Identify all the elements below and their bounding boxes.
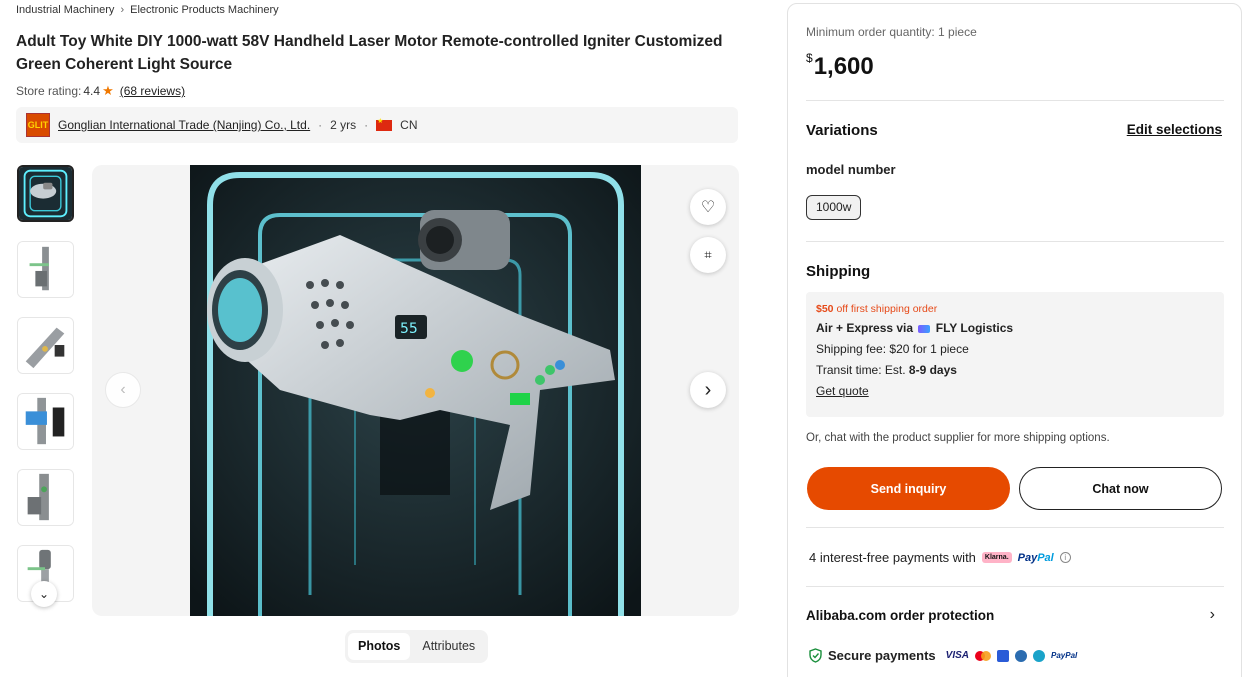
variations-title: Variations [806, 122, 878, 139]
apple-pay-icon [1033, 649, 1046, 662]
price: $1,600 [806, 51, 874, 81]
minimum-order-quantity: Minimum order quantity: 1 piece [806, 25, 977, 39]
supplier-country: CN [400, 118, 418, 132]
thumbnail-2[interactable] [17, 241, 74, 298]
breadcrumb-item-industrial-machinery[interactable]: Industrial Machinery [16, 4, 114, 16]
thumbnail-4[interactable] [17, 393, 74, 450]
info-icon[interactable]: i [1059, 552, 1071, 563]
thumbnail-image [18, 318, 73, 373]
chat-now-button[interactable]: Chat now [1019, 467, 1222, 510]
discover-icon [1015, 649, 1028, 662]
transit-time: Transit time: Est. 8-9 days [816, 363, 1214, 378]
separator-dot: · [364, 118, 369, 132]
shipping-chat-note: Or, chat with the product supplier for m… [806, 432, 1110, 444]
visual-search-button[interactable]: ⌗ [690, 237, 726, 273]
star-icon: ★ [102, 83, 114, 98]
divider [806, 586, 1224, 587]
shield-check-icon [809, 648, 822, 663]
divider [806, 241, 1224, 242]
supplier-bar: GLIT Gonglian International Trade (Nanji… [16, 107, 738, 143]
order-protection-link[interactable]: Alibaba.com order protection [806, 608, 994, 623]
divider [806, 527, 1224, 528]
model-number-label: model number [806, 162, 896, 177]
shipping-title: Shipping [806, 263, 871, 280]
fly-logistics-icon [918, 324, 931, 333]
visual-search-icon: ⌗ [704, 247, 712, 262]
next-image-button[interactable]: › [690, 372, 726, 408]
carrier-name: FLY Logistics [935, 321, 1014, 335]
installments-text: 4 interest-free payments with [809, 550, 976, 565]
promo-text: off first shipping order [833, 303, 938, 315]
price-value: 1,600 [813, 53, 874, 80]
china-flag-icon [376, 117, 393, 131]
store-rating: Store rating: 4.4 ★ (68 reviews) [16, 83, 185, 99]
thumbnail-image [19, 167, 72, 220]
tab-photos[interactable]: Photos [348, 633, 411, 660]
get-quote-link[interactable]: Get quote [816, 384, 1214, 399]
supplier-years: 2 yrs [330, 118, 357, 132]
order-panel: Minimum order quantity: 1 piece $1,600 V… [787, 3, 1242, 677]
promo-amount: $50 [816, 303, 834, 315]
thumbnail-3[interactable] [17, 317, 74, 374]
transit-label: Transit time: Est. [816, 363, 909, 377]
amex-icon [997, 649, 1010, 662]
shipping-method: Air + Express via FLY Logistics [816, 321, 1214, 336]
send-inquiry-button[interactable]: Send inquiry [807, 467, 1010, 510]
product-photo: 55 [190, 165, 641, 616]
paypal-logo: PayPal [1017, 551, 1054, 564]
main-product-image[interactable]: 55 ♡ ⌗ ‹ › [92, 165, 739, 616]
chevron-left-icon: ‹ [120, 381, 126, 398]
supplier-logo: GLIT [26, 113, 50, 137]
thumbnail-5[interactable] [17, 469, 74, 526]
breadcrumb-item-electronic-products[interactable]: Electronic Products Machinery [130, 4, 279, 16]
currency-symbol: $ [806, 51, 813, 65]
klarna-logo: Klarna. [981, 552, 1012, 563]
separator-dot: · [318, 118, 323, 132]
thumbnail-image [18, 394, 73, 449]
chevron-right-icon: › [704, 378, 712, 401]
edit-selections-link[interactable]: Edit selections [1127, 122, 1222, 137]
secure-payments-label: Secure payments [828, 648, 936, 663]
svg-text:55: 55 [400, 321, 418, 337]
gallery-tabs: Photos Attributes [345, 630, 489, 663]
chevron-right-icon[interactable]: › [1210, 606, 1215, 624]
chevron-down-icon[interactable]: ⌄ [31, 581, 57, 607]
payment-methods: VISA PayPal [945, 649, 1078, 662]
rating-value: 4.4 [83, 84, 101, 98]
divider [806, 100, 1224, 101]
rating-label: Store rating: [16, 84, 82, 98]
shipping-fee: Shipping fee: $20 for 1 piece [816, 342, 969, 356]
shipping-method-label: Air + Express via [816, 321, 914, 335]
secure-payments: Secure payments VISA PayPal [809, 648, 1077, 663]
previous-image-button[interactable]: ‹ [105, 372, 141, 408]
thumbnail-1[interactable] [17, 165, 74, 222]
shipping-info-box: $50 off first shipping order Air + Expre… [806, 292, 1224, 417]
transit-days: 8-9 days [908, 363, 957, 377]
thumbnail-image [18, 470, 73, 525]
supplier-name-link[interactable]: Gonglian International Trade (Nanjing) C… [58, 118, 310, 132]
heart-icon: ♡ [700, 199, 716, 216]
thumbnail-image [18, 242, 73, 297]
shipping-promo: $50 off first shipping order [816, 303, 1214, 315]
favorite-button[interactable]: ♡ [690, 189, 726, 225]
thumbnail-strip [17, 165, 75, 605]
visa-icon: VISA [945, 650, 970, 661]
mastercard-icon [975, 650, 992, 661]
installment-payments: 4 interest-free payments with Klarna. Pa… [809, 550, 1071, 565]
chevron-right-icon: › [120, 4, 125, 16]
tab-attributes[interactable]: Attributes [412, 633, 485, 660]
paypal-small-icon: PayPal [1051, 651, 1078, 660]
reviews-link[interactable]: (68 reviews) [120, 84, 185, 98]
breadcrumb: Industrial Machinery › Electronic Produc… [16, 4, 279, 16]
product-title: Adult Toy White DIY 1000-watt 58V Handhe… [16, 33, 723, 73]
variation-option-1000w[interactable]: 1000w [806, 195, 862, 220]
